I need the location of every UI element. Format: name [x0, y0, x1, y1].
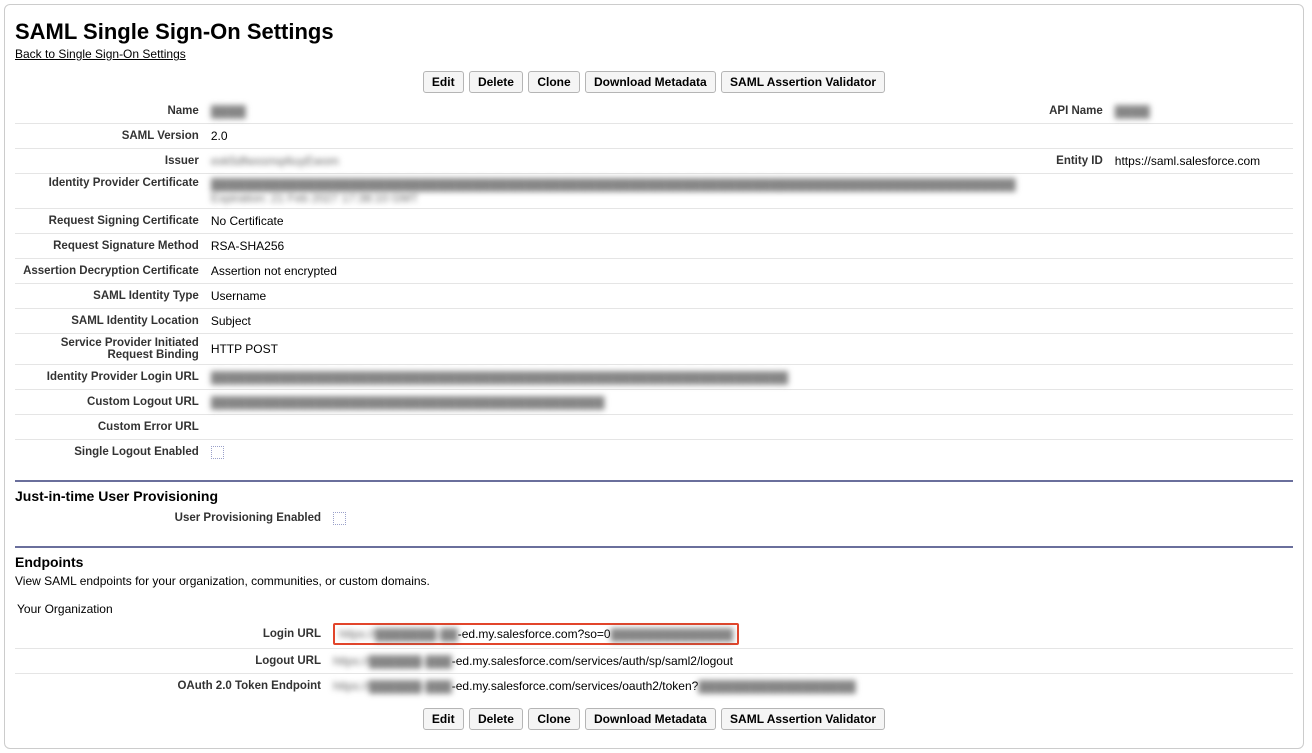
jit-section-title: Just-in-time User Provisioning [15, 482, 1293, 506]
endpoints-section-title: Endpoints [15, 548, 1293, 572]
value-issuer: exk5dfwxsmq4iuyEwom [211, 154, 339, 168]
label-saml-version: SAML Version [15, 124, 205, 149]
value-assertion-decrypt: Assertion not encrypted [205, 259, 1022, 284]
label-logout-url: Logout URL [15, 649, 327, 674]
endpoints-section-desc: View SAML endpoints for your organizatio… [15, 572, 1293, 596]
value-entity-id: https://saml.salesforce.com [1109, 149, 1293, 174]
jit-table: User Provisioning Enabled [15, 506, 1293, 530]
label-assertion-decrypt: Assertion Decryption Certificate [15, 259, 205, 284]
label-entity-id: Entity ID [1022, 149, 1109, 174]
label-sp-binding: Service Provider Initiated Request Bindi… [15, 334, 205, 365]
page-title: SAML Single Sign-On Settings [15, 19, 1293, 45]
login-url-highlight: https://▓▓▓▓▓▓▓-▓▓-ed.my.salesforce.com?… [333, 623, 739, 645]
your-org-subhead: Your Organization [15, 596, 1293, 620]
endpoints-table: Login URL https://▓▓▓▓▓▓▓-▓▓-ed.my.sales… [15, 620, 1293, 698]
label-name: Name [15, 99, 205, 124]
value-api-name: ▓▓▓▓ [1115, 104, 1150, 118]
value-oauth-endpoint: https://▓▓▓▓▓▓-▓▓▓-ed.my.salesforce.com/… [327, 674, 949, 699]
saml-detail-table: Name ▓▓▓▓ API Name ▓▓▓▓ SAML Version 2.0… [15, 99, 1293, 464]
label-custom-logout-url: Custom Logout URL [15, 390, 205, 415]
button-row-top: Edit Delete Clone Download Metadata SAML… [15, 61, 1293, 99]
button-row-bottom: Edit Delete Clone Download Metadata SAML… [15, 698, 1293, 736]
checkbox-user-prov [333, 512, 346, 525]
value-saml-version: 2.0 [205, 124, 1022, 149]
value-name: ▓▓▓▓ [211, 104, 246, 118]
value-saml-id-type: Username [205, 284, 1022, 309]
clone-button-bottom[interactable]: Clone [528, 708, 579, 730]
label-oauth-endpoint: OAuth 2.0 Token Endpoint [15, 674, 327, 699]
checkbox-single-logout [211, 446, 224, 459]
value-saml-id-location: Subject [205, 309, 1022, 334]
saml-validator-button-bottom[interactable]: SAML Assertion Validator [721, 708, 885, 730]
clone-button[interactable]: Clone [528, 71, 579, 93]
label-idp-cert: Identity Provider Certificate [15, 174, 205, 209]
value-login-url: https://▓▓▓▓▓▓▓-▓▓-ed.my.salesforce.com?… [327, 620, 949, 649]
delete-button-bottom[interactable]: Delete [469, 708, 523, 730]
label-saml-id-type: SAML Identity Type [15, 284, 205, 309]
label-login-url: Login URL [15, 620, 327, 649]
label-issuer: Issuer [15, 149, 205, 174]
value-custom-error-url [205, 415, 1022, 440]
label-api-name: API Name [1022, 99, 1109, 124]
saml-settings-panel: SAML Single Sign-On Settings Back to Sin… [4, 4, 1304, 749]
label-req-sign-cert: Request Signing Certificate [15, 209, 205, 234]
value-custom-logout-url: ▓▓▓▓▓▓▓▓▓▓▓▓▓▓▓▓▓▓▓▓▓▓▓▓▓▓▓▓▓▓▓▓▓▓▓▓▓▓▓▓… [211, 395, 605, 409]
label-req-sig-method: Request Signature Method [15, 234, 205, 259]
saml-validator-button[interactable]: SAML Assertion Validator [721, 71, 885, 93]
value-req-sig-method: RSA-SHA256 [205, 234, 1022, 259]
delete-button[interactable]: Delete [469, 71, 523, 93]
download-metadata-button-bottom[interactable]: Download Metadata [585, 708, 716, 730]
label-idp-login-url: Identity Provider Login URL [15, 365, 205, 390]
download-metadata-button[interactable]: Download Metadata [585, 71, 716, 93]
edit-button-bottom[interactable]: Edit [423, 708, 464, 730]
label-saml-id-location: SAML Identity Location [15, 309, 205, 334]
back-link[interactable]: Back to Single Sign-On Settings [15, 47, 186, 61]
value-req-sign-cert: No Certificate [205, 209, 1022, 234]
label-single-logout: Single Logout Enabled [15, 440, 205, 465]
value-logout-url: https://▓▓▓▓▓▓-▓▓▓-ed.my.salesforce.com/… [327, 649, 949, 674]
edit-button[interactable]: Edit [423, 71, 464, 93]
label-user-prov-enabled: User Provisioning Enabled [15, 506, 327, 530]
label-custom-error-url: Custom Error URL [15, 415, 205, 440]
value-sp-binding: HTTP POST [205, 334, 1022, 365]
value-idp-cert: ▓▓▓▓▓▓▓▓▓▓▓▓▓▓▓▓▓▓▓▓▓▓▓▓▓▓▓▓▓▓▓▓▓▓▓▓▓▓▓▓… [205, 174, 1022, 209]
value-idp-login-url: ▓▓▓▓▓▓▓▓▓▓▓▓▓▓▓▓▓▓▓▓▓▓▓▓▓▓▓▓▓▓▓▓▓▓▓▓▓▓▓▓… [211, 370, 788, 384]
